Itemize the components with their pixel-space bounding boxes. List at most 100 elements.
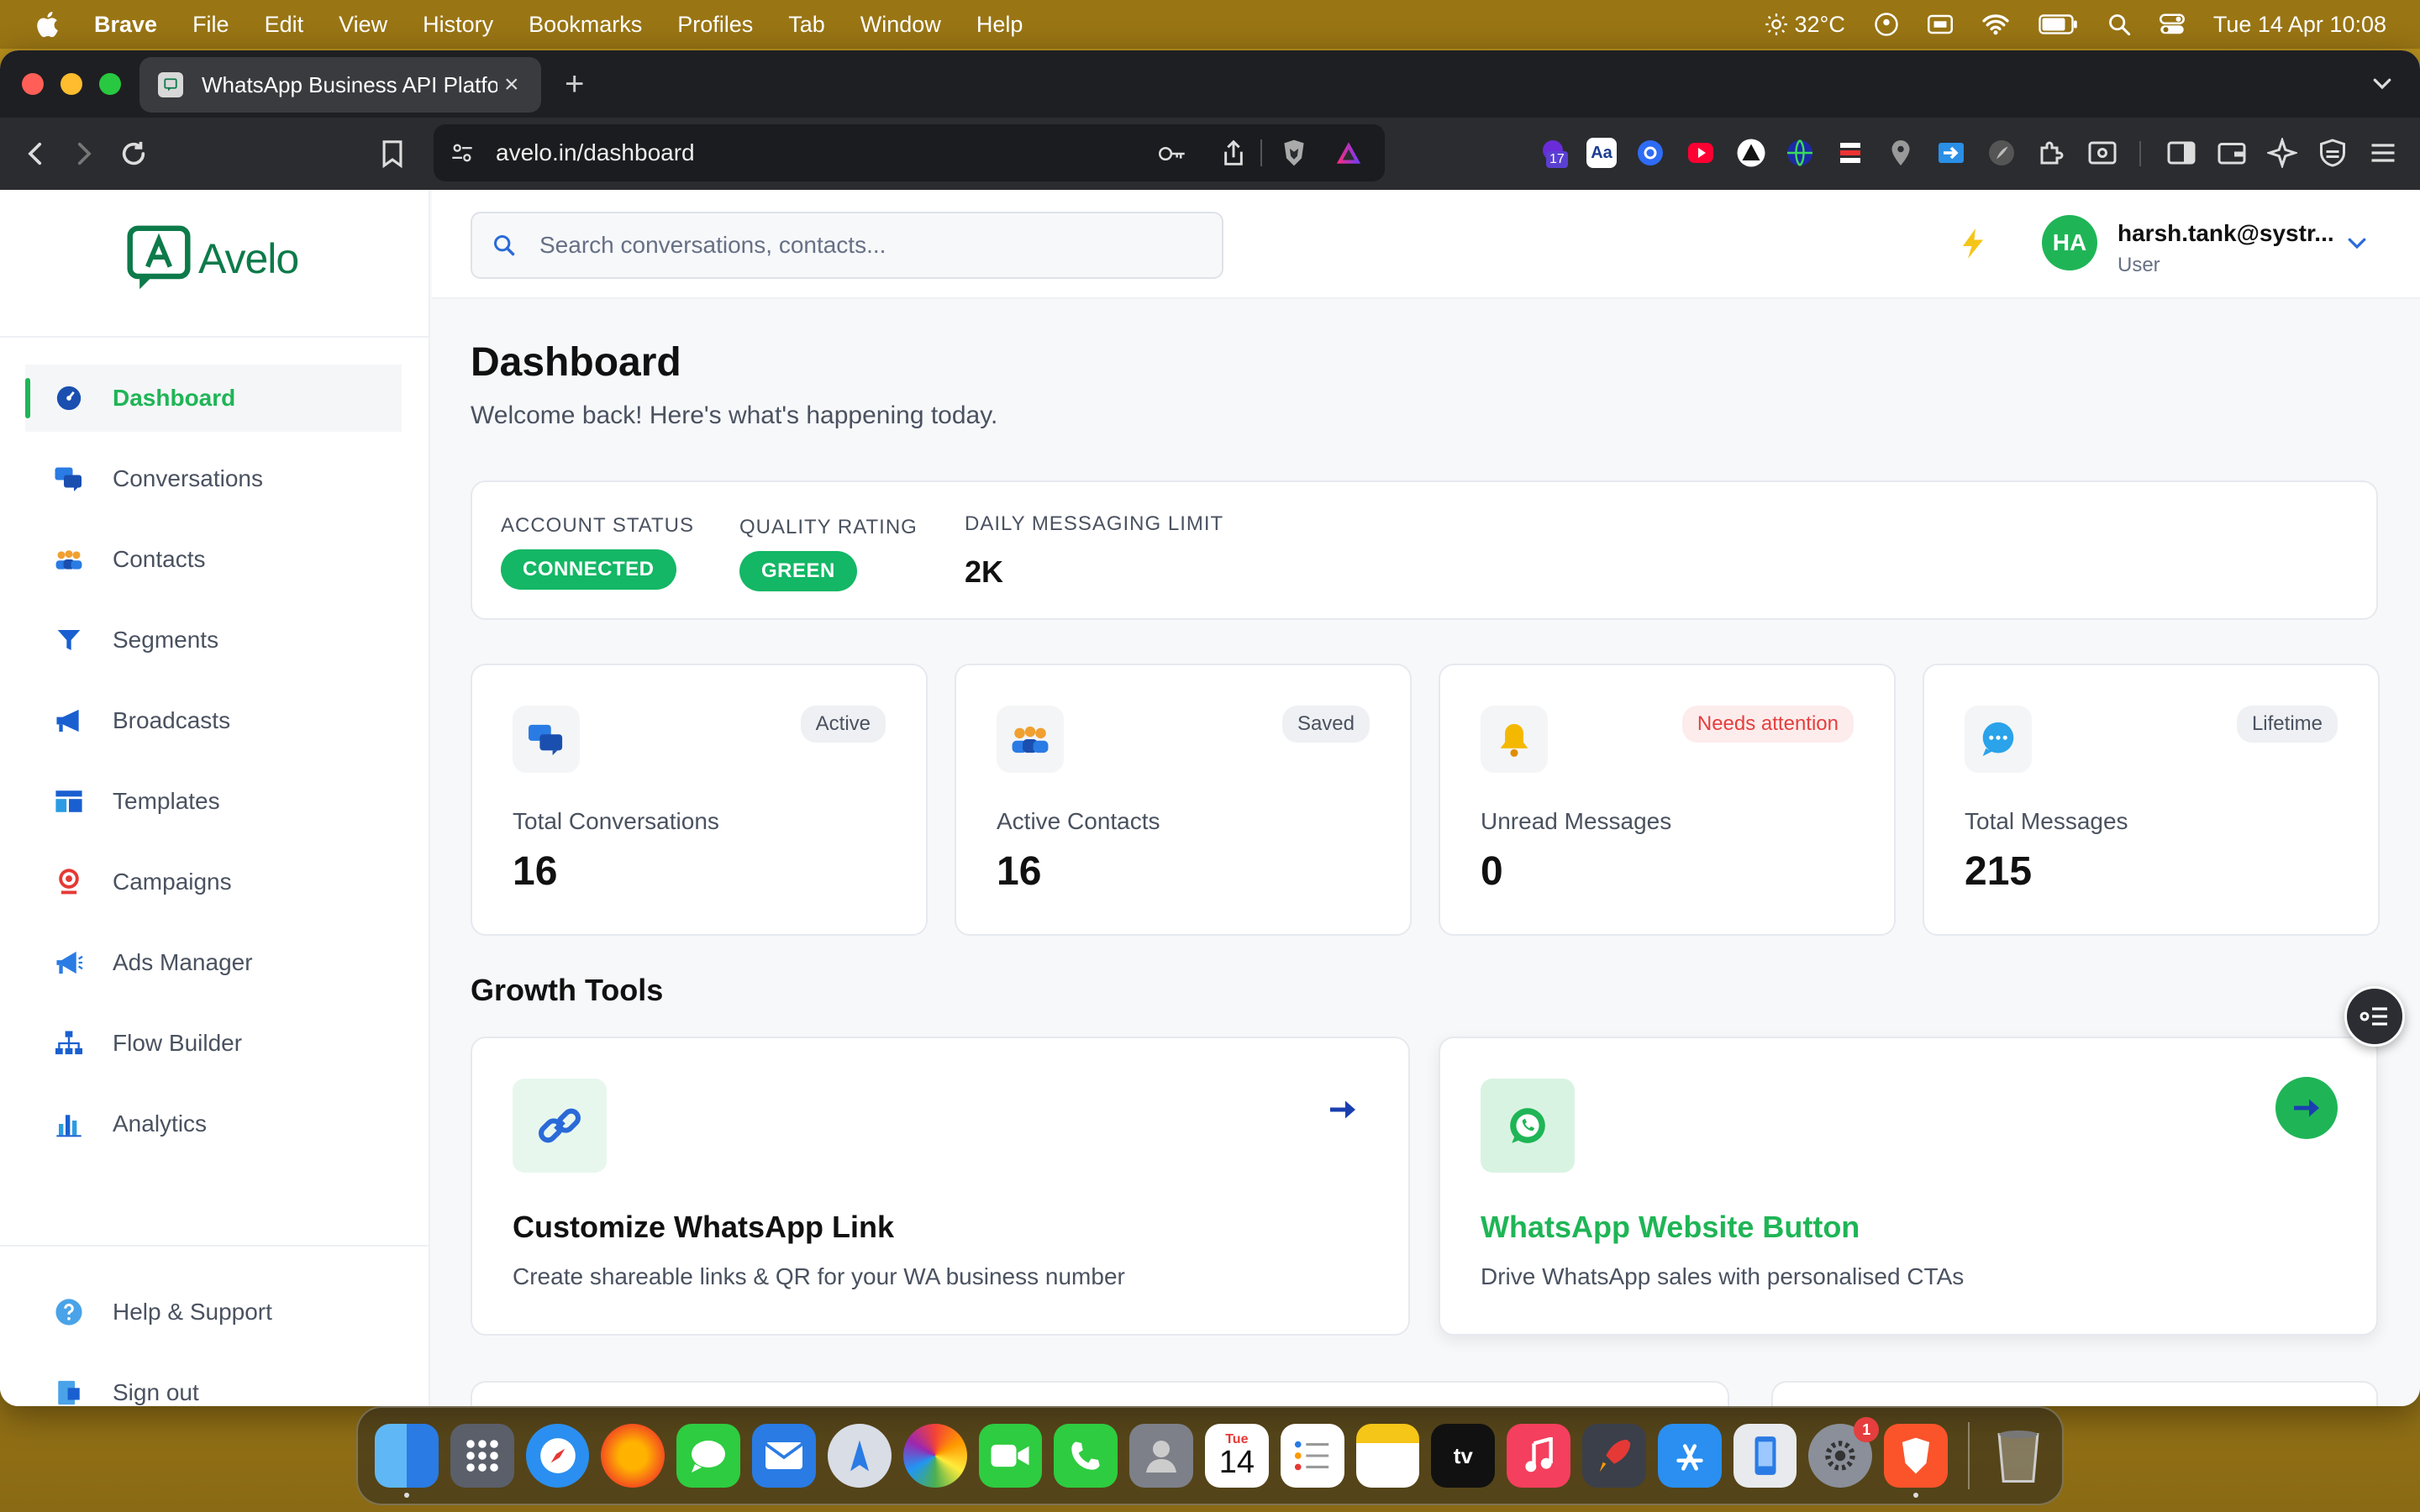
wallet-icon[interactable]: [2217, 138, 2247, 168]
sidebar-item-segments[interactable]: Segments: [25, 606, 402, 674]
sidebar-item-flow-builder[interactable]: Flow Builder: [25, 1010, 402, 1077]
sidebar-item-ads-manager[interactable]: Ads Manager: [25, 929, 402, 996]
stat-card-unread-messages[interactable]: Needs attention Unread Messages 0: [1439, 664, 1896, 936]
site-settings-icon[interactable]: [450, 141, 474, 165]
trash-icon[interactable]: [1986, 1424, 2050, 1488]
sidebar-item-conversations[interactable]: Conversations: [25, 445, 402, 512]
facetime-icon[interactable]: [978, 1424, 1043, 1488]
vpn-shield-icon[interactable]: [2317, 138, 2348, 168]
rocket-launcher-icon[interactable]: [1582, 1424, 1646, 1488]
sidebar-item-help-support[interactable]: Help & Support: [25, 1278, 402, 1346]
forward-arrow-icon[interactable]: [69, 139, 97, 168]
calendar-icon[interactable]: Tue 14: [1204, 1424, 1269, 1488]
tool-card-website-button[interactable]: WhatsApp Website Button Drive WhatsApp s…: [1439, 1037, 2378, 1336]
maps-compass-icon[interactable]: [827, 1424, 892, 1488]
app-store-icon[interactable]: [1657, 1424, 1722, 1488]
chevron-down-icon[interactable]: [2344, 230, 2370, 255]
tab-list-chevron-icon[interactable]: [2370, 71, 2395, 96]
notes-icon[interactable]: [1355, 1424, 1420, 1488]
brave-shields-icon[interactable]: [1281, 138, 1307, 168]
extensions-puzzle-icon[interactable]: [2037, 138, 2067, 168]
safari-icon[interactable]: [525, 1424, 590, 1488]
user-name[interactable]: harsh.tank@systr...: [2118, 220, 2334, 247]
menubar-clock[interactable]: Tue 14 Apr 10:08: [2213, 12, 2386, 38]
battery-icon[interactable]: [2039, 14, 2079, 34]
search-input[interactable]: Search conversations, contacts...: [539, 232, 886, 259]
arrow-extension-icon[interactable]: [1936, 138, 1966, 168]
address-bar[interactable]: avelo.in/dashboard: [434, 124, 1385, 181]
tool-card-customize-link[interactable]: Customize WhatsApp Link Create shareable…: [471, 1037, 1410, 1336]
menu-tab[interactable]: Tab: [788, 12, 825, 38]
system-settings-icon[interactable]: 1: [1808, 1417, 1880, 1488]
browser-tab-active[interactable]: WhatsApp Business API Platform ×: [139, 57, 541, 113]
sidebar-item-broadcasts[interactable]: Broadcasts: [25, 687, 402, 754]
sidebar-item-campaigns[interactable]: Campaigns: [25, 848, 402, 916]
location-pin-extension-icon[interactable]: [1886, 138, 1916, 168]
finder-icon[interactable]: [375, 1424, 439, 1498]
arrow-right-icon[interactable]: [1328, 1097, 1358, 1122]
sidebar-item-dashboard[interactable]: Dashboard: [25, 365, 402, 432]
zoom-window-button[interactable]: [99, 73, 121, 95]
brave-browser-icon[interactable]: [1884, 1424, 1949, 1498]
password-key-icon[interactable]: [1158, 143, 1186, 165]
lightning-bolt-icon[interactable]: [1958, 227, 1988, 260]
user-account-icon[interactable]: [1874, 12, 1899, 37]
globe-extension-icon[interactable]: [1785, 138, 1815, 168]
control-center-icon[interactable]: [2159, 13, 2185, 36]
stat-card-total-messages[interactable]: Lifetime Total Messages 215: [1923, 664, 2380, 936]
menu-help[interactable]: Help: [976, 12, 1023, 38]
contacts-icon[interactable]: [1129, 1424, 1193, 1488]
menu-profiles[interactable]: Profiles: [677, 12, 753, 38]
arrow-right-button[interactable]: [2275, 1077, 2338, 1139]
stat-card-active-contacts[interactable]: Saved Active Contacts 16: [955, 664, 1412, 936]
stat-card-total-conversations[interactable]: Active Total Conversations 16: [471, 664, 928, 936]
blue-circle-extension-icon[interactable]: [1635, 138, 1665, 168]
triangle-extension-icon[interactable]: [1736, 138, 1766, 168]
messages-icon[interactable]: [676, 1424, 741, 1488]
sidebar-item-sign-out[interactable]: Sign out: [25, 1359, 402, 1406]
bookmark-icon[interactable]: [380, 139, 405, 168]
sidebar-item-templates[interactable]: Templates: [25, 768, 402, 835]
stack-extension-icon[interactable]: [1835, 138, 1865, 168]
close-tab-icon[interactable]: ×: [504, 71, 519, 99]
dictionary-extension-icon[interactable]: Aa: [1586, 138, 1617, 168]
avatar[interactable]: HA: [2042, 215, 2097, 270]
sidebar-item-contacts[interactable]: Contacts: [25, 526, 402, 593]
menu-file[interactable]: File: [192, 12, 229, 38]
sidebar-item-analytics[interactable]: Analytics: [25, 1090, 402, 1158]
new-tab-icon[interactable]: +: [565, 66, 584, 103]
leo-ai-sparkle-icon[interactable]: [2267, 138, 2297, 168]
photos-icon[interactable]: [902, 1424, 967, 1488]
menu-app-name[interactable]: Brave: [94, 12, 157, 38]
phone-icon[interactable]: [1054, 1424, 1118, 1488]
menu-bookmarks[interactable]: Bookmarks: [529, 12, 642, 38]
menu-view[interactable]: View: [339, 12, 387, 38]
menu-edit[interactable]: Edit: [265, 12, 304, 38]
close-window-button[interactable]: [22, 73, 44, 95]
apple-tv-icon[interactable]: tv: [1431, 1424, 1496, 1488]
share-icon[interactable]: [1222, 139, 1245, 166]
menu-window[interactable]: Window: [860, 12, 941, 38]
apple-icon[interactable]: [34, 9, 64, 39]
mail-icon[interactable]: [752, 1424, 816, 1488]
avelo-logo[interactable]: Avelo: [126, 225, 299, 292]
wifi-icon[interactable]: [1981, 13, 2010, 36]
launchpad-icon[interactable]: [450, 1424, 514, 1488]
brave-rewards-icon[interactable]: [1334, 139, 1363, 166]
minimize-window-button[interactable]: [60, 73, 82, 95]
reader-mode-icon[interactable]: [2087, 138, 2118, 168]
simulator-icon[interactable]: [1733, 1424, 1797, 1488]
keyboard-input-icon[interactable]: [1927, 13, 1953, 35]
music-icon[interactable]: [1507, 1424, 1570, 1488]
search-bar[interactable]: Search conversations, contacts...: [471, 212, 1223, 279]
feather-extension-icon[interactable]: [1986, 138, 2017, 168]
firefox-icon[interactable]: [601, 1424, 666, 1488]
browser-menu-icon[interactable]: [2368, 138, 2398, 168]
floating-menu-button[interactable]: [2344, 986, 2405, 1047]
back-arrow-icon[interactable]: [22, 139, 50, 168]
sidebar-toggle-icon[interactable]: [2166, 138, 2196, 168]
spotlight-search-icon[interactable]: [2107, 13, 2131, 36]
extension-notification-icon[interactable]: 17: [1538, 138, 1568, 168]
youtube-extension-icon[interactable]: [1686, 138, 1716, 168]
reload-icon[interactable]: [119, 139, 148, 168]
